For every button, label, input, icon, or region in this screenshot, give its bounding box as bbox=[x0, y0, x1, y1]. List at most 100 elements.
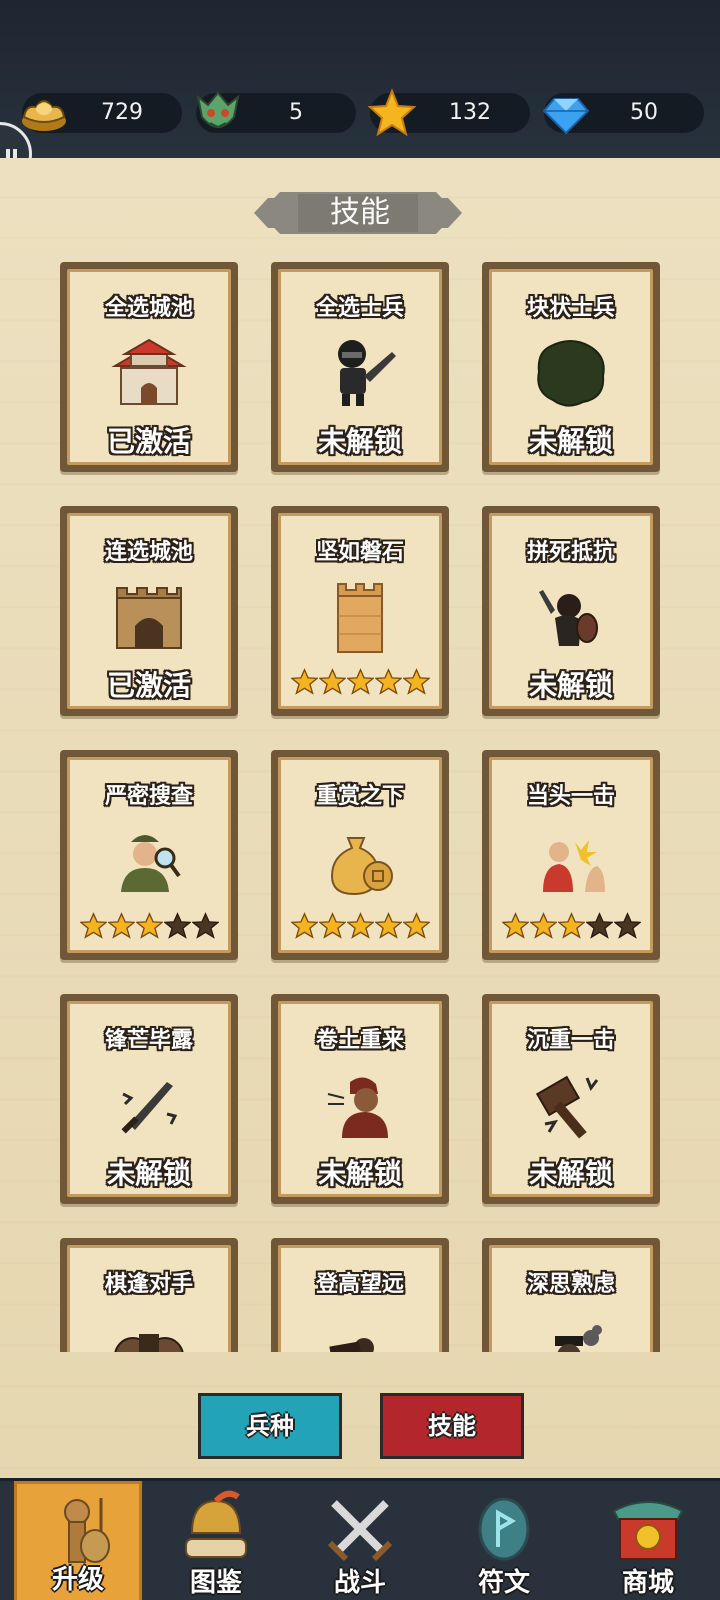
star-filled-icon bbox=[529, 912, 557, 939]
star-filled-icon bbox=[79, 912, 107, 939]
skill-card[interactable]: 全选士兵 未解锁 bbox=[271, 262, 449, 472]
skill-status: 未解锁 bbox=[106, 1157, 191, 1190]
skill-card[interactable]: 重赏之下 bbox=[271, 750, 449, 960]
mask-value: 5 bbox=[289, 100, 303, 125]
nav-label: 图鉴 bbox=[189, 1568, 242, 1598]
dragon-mask-icon bbox=[196, 91, 240, 129]
skill-name: 块状士兵 bbox=[526, 296, 615, 321]
skill-stars bbox=[281, 912, 439, 942]
strike-icon bbox=[543, 840, 605, 892]
skill-card[interactable]: 锋芒毕露 未解锁 bbox=[60, 994, 238, 1204]
diamond-icon bbox=[542, 98, 590, 135]
skill-name: 全选士兵 bbox=[315, 296, 404, 321]
nav-label: 商城 bbox=[621, 1568, 674, 1598]
thinker-icon bbox=[555, 1325, 602, 1352]
skill-name: 棋逢对手 bbox=[104, 1272, 193, 1297]
skill-card[interactable]: 全选城池 已激活 bbox=[60, 262, 238, 472]
star-filled-icon bbox=[374, 668, 402, 695]
page-title: 技能 bbox=[330, 195, 390, 230]
star-filled-icon bbox=[318, 912, 346, 939]
mask-counter[interactable]: 5 bbox=[196, 91, 356, 133]
dark-blob-icon bbox=[537, 340, 605, 407]
skill-status: 未解锁 bbox=[317, 425, 402, 458]
gold-ingot-icon bbox=[22, 100, 66, 131]
star-counter[interactable]: 132 bbox=[367, 88, 530, 137]
nav-label: 战斗 bbox=[333, 1568, 386, 1598]
gold-value: 729 bbox=[101, 100, 143, 125]
skill-card[interactable]: 登高望远 bbox=[271, 1238, 449, 1352]
skill-card[interactable]: 深思熟虑 bbox=[482, 1238, 660, 1352]
codex-helmet-icon bbox=[185, 1490, 247, 1558]
skill-grid: 全选城池 已激活 全选士兵 未解锁 块状士兵 未解锁 连选城池 已激活 坚如磐石… bbox=[0, 258, 720, 1352]
star-filled-icon bbox=[374, 912, 402, 939]
star-value: 132 bbox=[449, 100, 491, 125]
skill-name: 卷土重来 bbox=[315, 1028, 404, 1053]
skill-card[interactable]: 拼死抵抗 未解锁 bbox=[482, 506, 660, 716]
skill-name: 严密搜查 bbox=[104, 784, 193, 809]
skill-name: 重赏之下 bbox=[315, 784, 404, 809]
nav-battle[interactable]: 战斗 bbox=[296, 1481, 424, 1600]
star-filled-icon bbox=[290, 668, 318, 695]
diamond-counter[interactable]: 50 bbox=[542, 93, 704, 135]
star-empty-icon bbox=[613, 912, 641, 939]
skill-stars bbox=[281, 668, 439, 698]
diamond-value: 50 bbox=[630, 100, 658, 125]
star-filled-icon bbox=[346, 912, 374, 939]
skill-name: 登高望远 bbox=[315, 1272, 404, 1297]
skill-name: 连选城池 bbox=[104, 540, 193, 565]
nav-codex[interactable]: 图鉴 bbox=[152, 1481, 280, 1600]
star-empty-icon bbox=[163, 912, 191, 939]
magnifier-officer-icon bbox=[121, 835, 181, 892]
skill-card[interactable]: 卷土重来 未解锁 bbox=[271, 994, 449, 1204]
skill-status: 未解锁 bbox=[528, 669, 613, 702]
skill-name: 深思熟虑 bbox=[526, 1272, 615, 1297]
skill-name: 坚如磐石 bbox=[315, 540, 404, 565]
skill-card[interactable]: 坚如磐石 bbox=[271, 506, 449, 716]
nav-upgrade[interactable]: 升级 bbox=[14, 1481, 142, 1600]
resource-bar: 729 5 132 50 bbox=[0, 0, 720, 158]
star-empty-icon bbox=[585, 912, 613, 939]
star-empty-icon bbox=[191, 912, 219, 939]
star-filled-icon bbox=[107, 912, 135, 939]
skill-name: 锋芒毕露 bbox=[104, 1028, 193, 1053]
troops-tab-button[interactable]: 兵种 bbox=[198, 1393, 342, 1459]
nav-label: 升级 bbox=[51, 1565, 104, 1595]
skill-card[interactable]: 严密搜查 bbox=[60, 750, 238, 960]
nav-runes[interactable]: 符文 bbox=[440, 1481, 568, 1600]
star-filled-icon bbox=[402, 668, 430, 695]
skills-tab-button[interactable]: 技能 bbox=[380, 1393, 524, 1459]
skill-name: 沉重一击 bbox=[526, 1028, 615, 1053]
skill-status: 未解锁 bbox=[317, 1157, 402, 1190]
rune-stone-icon bbox=[478, 1497, 530, 1561]
star-filled-icon bbox=[346, 668, 374, 695]
gold-counter[interactable]: 729 bbox=[22, 93, 182, 133]
skill-name: 拼死抵抗 bbox=[526, 540, 615, 565]
star-filled-icon bbox=[501, 912, 529, 939]
skill-status: 已激活 bbox=[106, 425, 191, 458]
skill-status: 未解锁 bbox=[528, 1157, 613, 1190]
returning-warrior-icon bbox=[327, 1077, 388, 1138]
sharp-sword-icon bbox=[121, 1082, 178, 1134]
skill-status: 已激活 bbox=[106, 669, 191, 702]
fortress-gate-icon bbox=[116, 587, 182, 649]
nav-shop[interactable]: 商城 bbox=[584, 1481, 712, 1600]
star-filled-icon bbox=[290, 912, 318, 939]
skill-name: 当头一击 bbox=[526, 784, 615, 809]
shield-warrior-icon bbox=[539, 590, 598, 646]
skill-name: 全选城池 bbox=[104, 296, 193, 321]
skill-card[interactable]: 棋逢对手 bbox=[60, 1238, 238, 1352]
crossed-swords-icon bbox=[327, 1500, 393, 1562]
hammer-icon bbox=[535, 1075, 599, 1139]
skill-card[interactable]: 沉重一击 未解锁 bbox=[482, 994, 660, 1204]
skill-card[interactable]: 当头一击 bbox=[482, 750, 660, 960]
star-filled-icon bbox=[402, 912, 430, 939]
money-bag-icon bbox=[330, 837, 393, 896]
skill-stars bbox=[70, 912, 228, 942]
chess-pieces-icon bbox=[114, 1334, 184, 1352]
star-icon bbox=[367, 88, 417, 137]
star-filled-icon bbox=[557, 912, 585, 939]
skill-card[interactable]: 连选城池 已激活 bbox=[60, 506, 238, 716]
soldier-sword-icon bbox=[338, 340, 396, 406]
bottom-nav: 升级 图鉴 战斗 符文 商城 bbox=[0, 1478, 720, 1600]
skill-card[interactable]: 块状士兵 未解锁 bbox=[482, 262, 660, 472]
